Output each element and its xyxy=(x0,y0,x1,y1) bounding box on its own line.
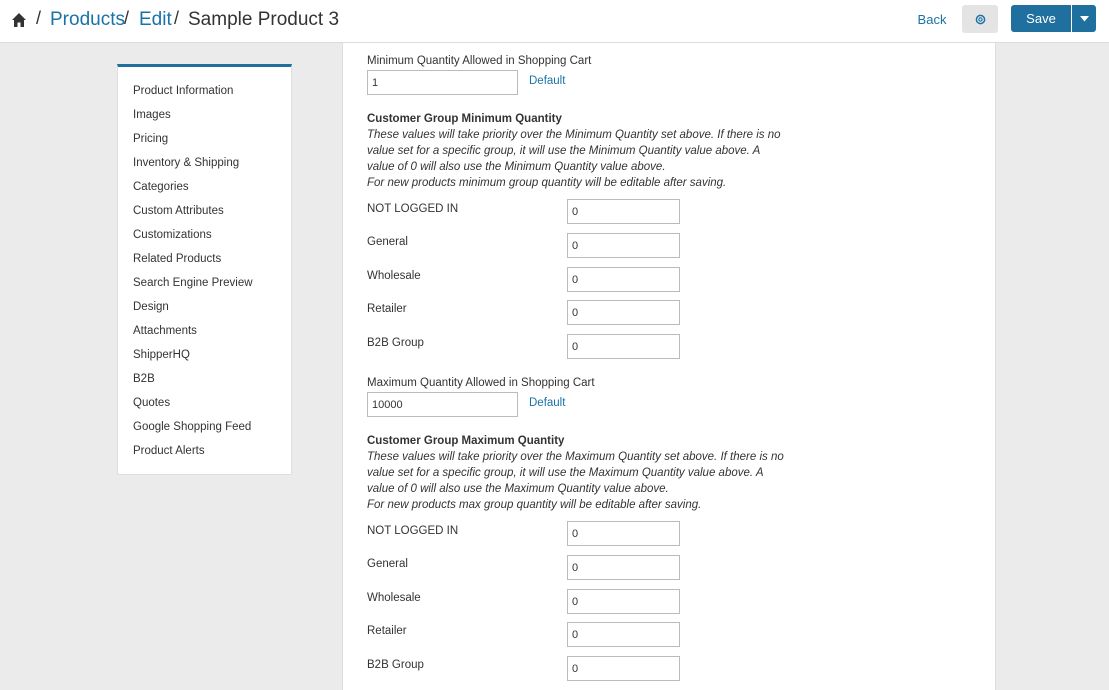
breadcrumb-separator: / xyxy=(174,8,180,28)
max-group-label-not-logged-in: NOT LOGGED IN xyxy=(367,525,459,537)
max-group-label-wholesale: Wholesale xyxy=(367,592,421,604)
max-group-desc-line: value set for a specific group, it will … xyxy=(367,467,764,479)
min-group-label-retailer: Retailer xyxy=(367,303,407,315)
max-group-title: Customer Group Maximum Quantity xyxy=(367,435,565,447)
min-qty-label: Minimum Quantity Allowed in Shopping Car… xyxy=(367,55,592,67)
max-group-label-b2b-group: B2B Group xyxy=(367,659,424,671)
sidebar-item-categories[interactable]: Categories xyxy=(133,181,189,193)
max-group-input-not-logged-in[interactable] xyxy=(567,521,680,546)
top-bar: / Products / Edit / Sample Product 3 Bac… xyxy=(0,0,1109,43)
min-group-desc-line: These values will take priority over the… xyxy=(367,129,781,141)
sidebar-item-related-products[interactable]: Related Products xyxy=(133,253,221,265)
back-button[interactable]: Back xyxy=(909,6,955,32)
sidebar-item-images[interactable]: Images xyxy=(133,109,171,121)
min-group-label-wholesale: Wholesale xyxy=(367,270,421,282)
sidebar-item-attachments[interactable]: Attachments xyxy=(133,325,197,337)
sidebar-item-inventory-shipping[interactable]: Inventory & Shipping xyxy=(133,157,239,169)
product-sections-sidebar: Product Information Images Pricing Inven… xyxy=(117,64,292,475)
min-group-input-wholesale[interactable] xyxy=(567,267,680,292)
save-options-button[interactable] xyxy=(1072,5,1096,32)
lifebuoy-icon xyxy=(975,14,985,24)
max-group-input-general[interactable] xyxy=(567,555,680,580)
min-group-input-not-logged-in[interactable] xyxy=(567,199,680,224)
save-button[interactable]: Save xyxy=(1011,5,1071,32)
max-group-desc-line: value of 0 will also use the Maximum Qua… xyxy=(367,483,669,495)
max-group-label-retailer: Retailer xyxy=(367,625,407,637)
breadcrumb-edit-link[interactable]: Edit xyxy=(139,9,172,31)
min-group-desc-line: value of 0 will also use the Minimum Qua… xyxy=(367,161,666,173)
min-group-title: Customer Group Minimum Quantity xyxy=(367,113,562,125)
max-group-input-b2b-group[interactable] xyxy=(567,656,680,681)
min-group-label-not-logged-in: NOT LOGGED IN xyxy=(367,203,459,215)
help-button[interactable] xyxy=(962,5,998,33)
min-group-input-retailer[interactable] xyxy=(567,300,680,325)
sidebar-item-google-shopping-feed[interactable]: Google Shopping Feed xyxy=(133,421,251,433)
max-group-label-general: General xyxy=(367,558,408,570)
sidebar-item-b2b[interactable]: B2B xyxy=(133,373,155,385)
max-group-desc-line: These values will take priority over the… xyxy=(367,451,784,463)
max-group-input-retailer[interactable] xyxy=(567,622,680,647)
inventory-form-panel: Minimum Quantity Allowed in Shopping Car… xyxy=(342,43,996,690)
breadcrumb-products-link[interactable]: Products xyxy=(50,9,125,31)
max-qty-input[interactable] xyxy=(367,392,518,417)
sidebar-item-pricing[interactable]: Pricing xyxy=(133,133,168,145)
sidebar-item-design[interactable]: Design xyxy=(133,301,169,313)
home-icon[interactable] xyxy=(11,12,27,28)
sidebar-item-custom-attributes[interactable]: Custom Attributes xyxy=(133,205,224,217)
caret-down-icon xyxy=(1079,15,1089,21)
min-group-label-b2b-group: B2B Group xyxy=(367,337,424,349)
max-group-desc-line: For new products max group quantity will… xyxy=(367,499,702,511)
min-group-label-general: General xyxy=(367,236,408,248)
min-qty-default-link[interactable]: Default xyxy=(529,75,565,87)
page-title: Sample Product 3 xyxy=(188,9,340,30)
min-group-desc-line: For new products minimum group quantity … xyxy=(367,177,727,189)
min-qty-input[interactable] xyxy=(367,70,518,95)
breadcrumb-separator: / xyxy=(36,8,42,28)
max-group-input-wholesale[interactable] xyxy=(567,589,680,614)
sidebar-item-customizations[interactable]: Customizations xyxy=(133,229,212,241)
sidebar-item-search-engine-preview[interactable]: Search Engine Preview xyxy=(133,277,253,289)
max-qty-default-link[interactable]: Default xyxy=(529,397,565,409)
min-group-input-general[interactable] xyxy=(567,233,680,258)
sidebar-item-product-alerts[interactable]: Product Alerts xyxy=(133,445,205,457)
max-qty-label: Maximum Quantity Allowed in Shopping Car… xyxy=(367,377,595,389)
sidebar-item-product-information[interactable]: Product Information xyxy=(133,85,233,97)
sidebar-item-quotes[interactable]: Quotes xyxy=(133,397,170,409)
min-group-input-b2b-group[interactable] xyxy=(567,334,680,359)
min-group-desc-line: value set for a specific group, it will … xyxy=(367,145,761,157)
sidebar-item-shipperhq[interactable]: ShipperHQ xyxy=(133,349,190,361)
breadcrumb-separator: / xyxy=(124,8,130,28)
